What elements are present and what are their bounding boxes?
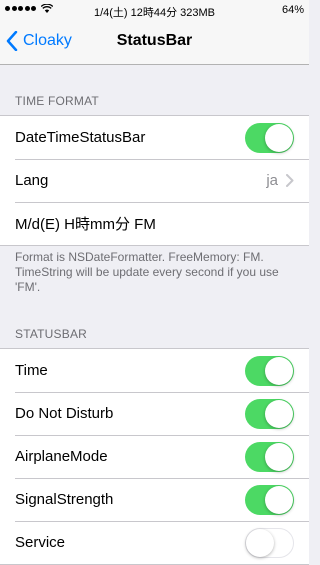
- row-label: DateTimeStatusBar: [15, 129, 146, 146]
- statusbar-group: Time Do Not Disturb AirplaneMode SignalS…: [0, 348, 309, 565]
- toggle-knob: [265, 399, 293, 428]
- airplane-mode-toggle[interactable]: [245, 441, 294, 472]
- lang-value: ja: [266, 172, 278, 189]
- row-label: AirplaneMode: [15, 448, 108, 465]
- row-do-not-disturb[interactable]: Do Not Disturb: [0, 392, 309, 435]
- row-label: SignalStrength: [15, 491, 114, 508]
- row-label: Lang: [15, 172, 49, 189]
- row-format-string[interactable]: M/d(E) H時mm分 FM: [0, 202, 309, 245]
- row-service[interactable]: Service: [0, 521, 309, 564]
- row-label: Service: [15, 534, 66, 551]
- navigation-bar: Cloaky StatusBar: [0, 20, 309, 65]
- signal-strength-toggle[interactable]: [245, 484, 294, 515]
- row-label: Time: [15, 362, 48, 379]
- page-title: StatusBar: [116, 32, 193, 49]
- row-label: Do Not Disturb: [15, 405, 114, 422]
- toggle-knob: [265, 442, 293, 471]
- time-format-group: DateTimeStatusBar Lang ja M/d(E) H時mm分 F…: [0, 115, 309, 246]
- row-lang[interactable]: Lang ja: [0, 159, 309, 202]
- row-signal-strength[interactable]: SignalStrength: [0, 478, 309, 521]
- toggle-knob: [265, 356, 293, 385]
- row-datetime-statusbar[interactable]: DateTimeStatusBar: [0, 116, 309, 159]
- toggle-knob: [246, 528, 274, 557]
- time-format-footer: Format is NSDateFormatter. FreeMemory: F…: [15, 250, 279, 294]
- toggle-knob: [265, 485, 293, 514]
- lang-detail: ja: [266, 172, 294, 189]
- toggle-knob: [265, 123, 293, 152]
- do-not-disturb-toggle[interactable]: [245, 398, 294, 429]
- row-airplane-mode[interactable]: AirplaneMode: [0, 435, 309, 478]
- time-toggle[interactable]: [245, 355, 294, 386]
- status-time-text: 1/4(土) 12時44分 323MB: [93, 7, 216, 19]
- format-string-field: M/d(E) H時mm分 FM: [15, 216, 156, 233]
- battery-percentage: 64%: [281, 4, 304, 16]
- section-header-time-format: TIME FORMAT: [15, 94, 99, 108]
- datetime-statusbar-toggle[interactable]: [245, 122, 294, 153]
- chevron-right-icon: [286, 174, 294, 187]
- section-header-statusbar: STATUSBAR: [15, 327, 88, 341]
- service-toggle[interactable]: [245, 527, 294, 558]
- status-bar: 1/4(土) 12時44分 323MB 64%: [0, 0, 309, 20]
- row-time[interactable]: Time: [0, 349, 309, 392]
